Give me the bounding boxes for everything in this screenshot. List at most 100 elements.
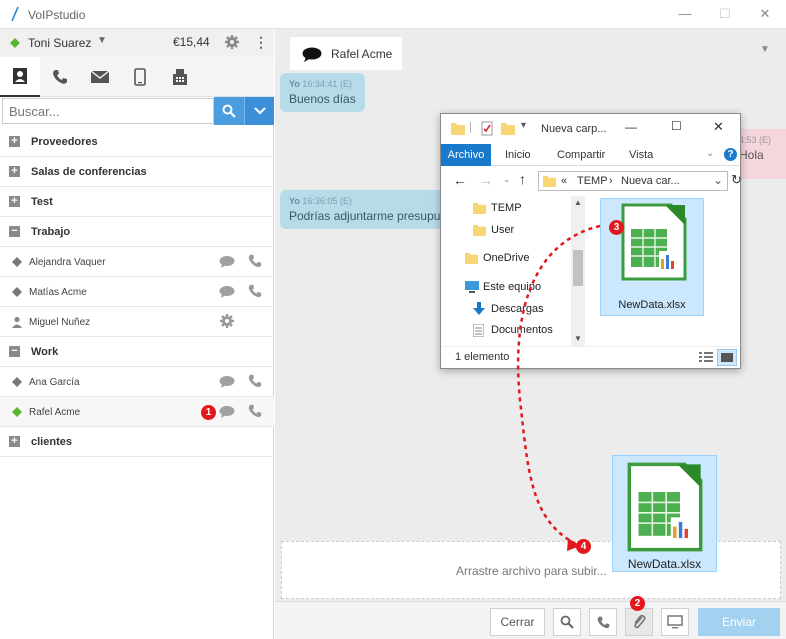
more-menu-icon[interactable]: ⋮ — [254, 34, 268, 51]
share-screen-button[interactable] — [661, 608, 689, 636]
collapse-minus-icon[interactable]: − — [9, 346, 20, 357]
tree-item-user[interactable]: User — [491, 224, 514, 236]
gear-icon[interactable] — [219, 313, 235, 329]
ribbon-tab-archivo[interactable]: Archivo — [441, 144, 491, 166]
expand-plus-icon[interactable]: + — [9, 436, 20, 447]
search-chat-button[interactable] — [553, 608, 581, 636]
contact-matias-acme[interactable]: Matías Acme — [0, 277, 274, 307]
tab-contacts[interactable] — [0, 57, 40, 97]
properties-icon[interactable] — [481, 121, 493, 136]
navigation-pane: TEMP User OneDrive Este equipo Descargas… — [441, 196, 586, 346]
group-work[interactable]: − Work — [0, 337, 274, 367]
tree-item-este-equipo[interactable]: Este equipo — [483, 281, 541, 293]
up-arrow-icon[interactable]: ↑ — [519, 171, 526, 187]
maximize-button[interactable]: ☐ — [714, 4, 736, 24]
group-trabajo[interactable]: − Trabajo — [0, 217, 274, 247]
search-options-button[interactable] — [244, 97, 274, 125]
contact-miguel-nunez[interactable]: Miguel Nuñez — [0, 307, 274, 337]
mobile-icon — [134, 68, 146, 86]
phone-icon[interactable] — [247, 283, 263, 299]
call-button[interactable] — [589, 608, 617, 636]
tree-item-onedrive[interactable]: OneDrive — [483, 252, 529, 264]
search-input[interactable] — [2, 98, 214, 124]
help-icon[interactable]: ? — [724, 148, 737, 161]
tree-item-documentos[interactable]: Documentos — [491, 324, 553, 336]
explorer-title: Nueva carp... — [541, 123, 607, 135]
tab-fax[interactable] — [160, 57, 200, 97]
group-clientes[interactable]: + clientes — [0, 427, 274, 457]
step-marker-2: 2 — [630, 596, 645, 611]
chevron-down-icon[interactable]: ⌄ — [713, 173, 723, 187]
window-title: VoIPstudio — [28, 8, 86, 22]
search-button[interactable] — [214, 97, 244, 125]
close-window-button[interactable]: ✕ — [713, 119, 724, 135]
minimize-button[interactable]: — — [625, 120, 637, 134]
chat-tab-rafel-acme[interactable]: Rafel Acme — [290, 37, 402, 70]
phone-icon[interactable] — [247, 253, 263, 269]
expand-plus-icon[interactable]: + — [9, 196, 20, 207]
collapse-minus-icon[interactable]: − — [9, 226, 20, 237]
minimize-button[interactable]: — — [674, 4, 696, 24]
user-name[interactable]: Toni Suarez — [28, 36, 91, 50]
refresh-icon[interactable]: ↻ — [731, 172, 742, 188]
scrollbar-thumb[interactable] — [573, 250, 583, 286]
contact-ana-garcia[interactable]: Ana García — [0, 367, 274, 397]
maximize-button[interactable]: ☐ — [671, 119, 682, 133]
chevron-down-icon[interactable]: ⌄ — [706, 148, 714, 159]
tree-item-temp[interactable]: TEMP — [491, 202, 522, 214]
group-label: Salas de conferencias — [31, 166, 147, 178]
tab-calls[interactable] — [40, 57, 80, 97]
contact-alejandra-vaquer[interactable]: Alejandra Vaquer — [0, 247, 274, 277]
chat-bubble-icon[interactable] — [219, 285, 235, 298]
group-test[interactable]: + Test — [0, 187, 274, 217]
tab-mobile[interactable] — [120, 57, 160, 97]
address-bar[interactable]: « TEMP › Nueva car... ⌄ — [538, 171, 728, 191]
message-time: 4:53 (E) — [739, 135, 772, 145]
new-folder-icon[interactable] — [501, 122, 515, 135]
dropzone-text: Arrastre archivo para subir... — [456, 564, 607, 578]
offline-status-icon — [12, 257, 22, 267]
details-view-icon[interactable] — [699, 351, 713, 363]
group-salas-de-conferencias[interactable]: + Salas de conferencias — [0, 157, 274, 187]
dragged-file[interactable]: NewData.xlsx — [612, 455, 717, 572]
scroll-down-icon[interactable]: ▼ — [574, 334, 582, 343]
close-chat-button[interactable]: Cerrar — [490, 608, 545, 636]
address-segment-current[interactable]: Nueva car... — [621, 175, 680, 187]
phone-icon[interactable] — [247, 373, 263, 389]
history-dropdown-icon[interactable]: ⌄ — [503, 174, 511, 185]
ribbon-tab-inicio[interactable]: Inicio — [505, 144, 531, 166]
large-icons-view-icon[interactable] — [717, 349, 737, 366]
expand-plus-icon[interactable]: + — [9, 166, 20, 177]
chat-bubble-icon[interactable] — [219, 255, 235, 268]
attach-file-button[interactable] — [625, 608, 653, 636]
contact-name: Rafel Acme — [29, 407, 81, 418]
ribbon-tab-vista[interactable]: Vista — [629, 144, 653, 166]
file-item-newdata[interactable]: NewData.xlsx — [600, 198, 704, 316]
group-label: Work — [31, 346, 59, 358]
download-arrow-icon — [473, 302, 485, 315]
phone-icon[interactable] — [247, 403, 263, 419]
scroll-up-icon[interactable]: ▲ — [574, 198, 582, 207]
chat-bubble-icon[interactable] — [219, 375, 235, 388]
navigation-scrollbar[interactable]: ▲ ▼ — [571, 196, 585, 346]
forward-arrow-icon[interactable]: → — [479, 172, 493, 188]
quick-access-dropdown-icon[interactable]: ▾ — [521, 120, 526, 131]
chevron-down-icon[interactable]: ▼ — [760, 44, 770, 55]
back-arrow-icon[interactable]: ← — [453, 172, 467, 188]
search-icon — [222, 104, 236, 118]
address-segment-temp[interactable]: TEMP — [577, 175, 608, 187]
chat-bubble-icon[interactable] — [219, 405, 235, 418]
chevron-down-icon[interactable]: ▼ — [97, 35, 107, 46]
expand-plus-icon[interactable]: + — [9, 136, 20, 147]
gear-icon[interactable] — [224, 34, 240, 50]
address-overflow: « — [561, 175, 568, 187]
offline-status-icon — [12, 287, 22, 297]
tree-item-descargas[interactable]: Descargas — [491, 303, 544, 315]
explorer-nav-bar: ← → ⌄ ↑ « TEMP › Nueva car... ⌄ ↻ — [441, 166, 742, 196]
ribbon-tab-compartir[interactable]: Compartir — [557, 144, 605, 166]
tab-messages[interactable] — [80, 57, 120, 97]
send-button[interactable]: Enviar — [698, 608, 780, 636]
group-proveedores[interactable]: + Proveedores — [0, 127, 274, 157]
contact-rafel-acme[interactable]: Rafel Acme 1 — [0, 397, 274, 427]
close-window-button[interactable]: ✕ — [754, 4, 776, 24]
